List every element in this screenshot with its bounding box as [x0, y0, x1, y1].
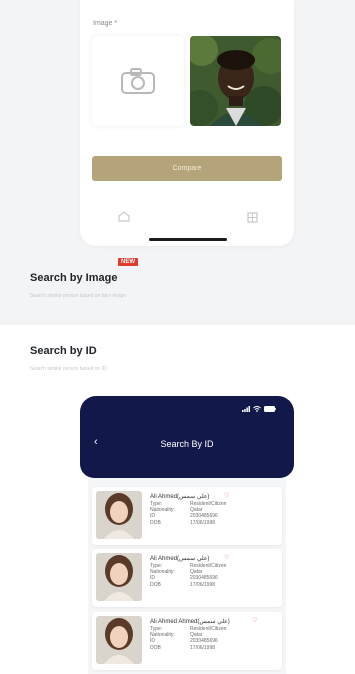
home-indicator [149, 238, 227, 241]
avatar [96, 553, 142, 601]
wifi-icon [253, 406, 261, 412]
status-bar [242, 406, 276, 412]
grid-icon[interactable] [247, 210, 258, 228]
compare-button[interactable]: Compare [92, 156, 282, 181]
avatar [96, 616, 142, 664]
result-card[interactable]: Ali Ahmed(علي سمس) ♡ Type: Resident/Citiz… [92, 549, 282, 607]
search-by-image-title: Search by Image [30, 272, 118, 284]
result-name: Ali Ahmed(علي سمس) [150, 494, 210, 500]
camera-icon [121, 68, 155, 94]
result-name: Ali Ahmed Ahmed(علي سمس) [150, 619, 230, 625]
search-by-id-title: Search by ID [30, 345, 97, 357]
result-name: Ali Ahmed(علي سمس) [150, 556, 210, 562]
new-badge: NEW [118, 258, 138, 266]
result-details: Type: Resident/Citizen Nationality: Qatar … [150, 501, 227, 526]
image-field-label: Image * [93, 20, 118, 27]
signal-icon [242, 406, 250, 412]
search-by-image-subtitle: Search similar person based on face imag… [30, 293, 127, 299]
avatar [96, 491, 142, 539]
result-card[interactable]: Ali Ahmed Ahmed(علي سمس) ♡ Type: Resident… [92, 612, 282, 670]
result-details: Type: Resident/Citizen Nationality: Qatar … [150, 626, 227, 651]
result-card[interactable]: Ali Ahmed(علي سمس) ♡ Type: Resident/Citiz… [92, 487, 282, 545]
home-icon[interactable] [118, 209, 130, 227]
result-details: Type: Resident/Citizen Nationality: Qatar … [150, 563, 227, 588]
heart-icon[interactable]: ♡ [224, 492, 229, 499]
heart-icon[interactable]: ♡ [252, 617, 257, 624]
face-photo [190, 36, 281, 126]
screen-title: Search By ID [160, 439, 214, 449]
battery-icon [264, 406, 276, 412]
search-by-id-subtitle: Search similar person based on ID [30, 366, 107, 372]
heart-icon[interactable]: ♡ [224, 554, 229, 561]
upload-image-box[interactable] [92, 36, 184, 126]
